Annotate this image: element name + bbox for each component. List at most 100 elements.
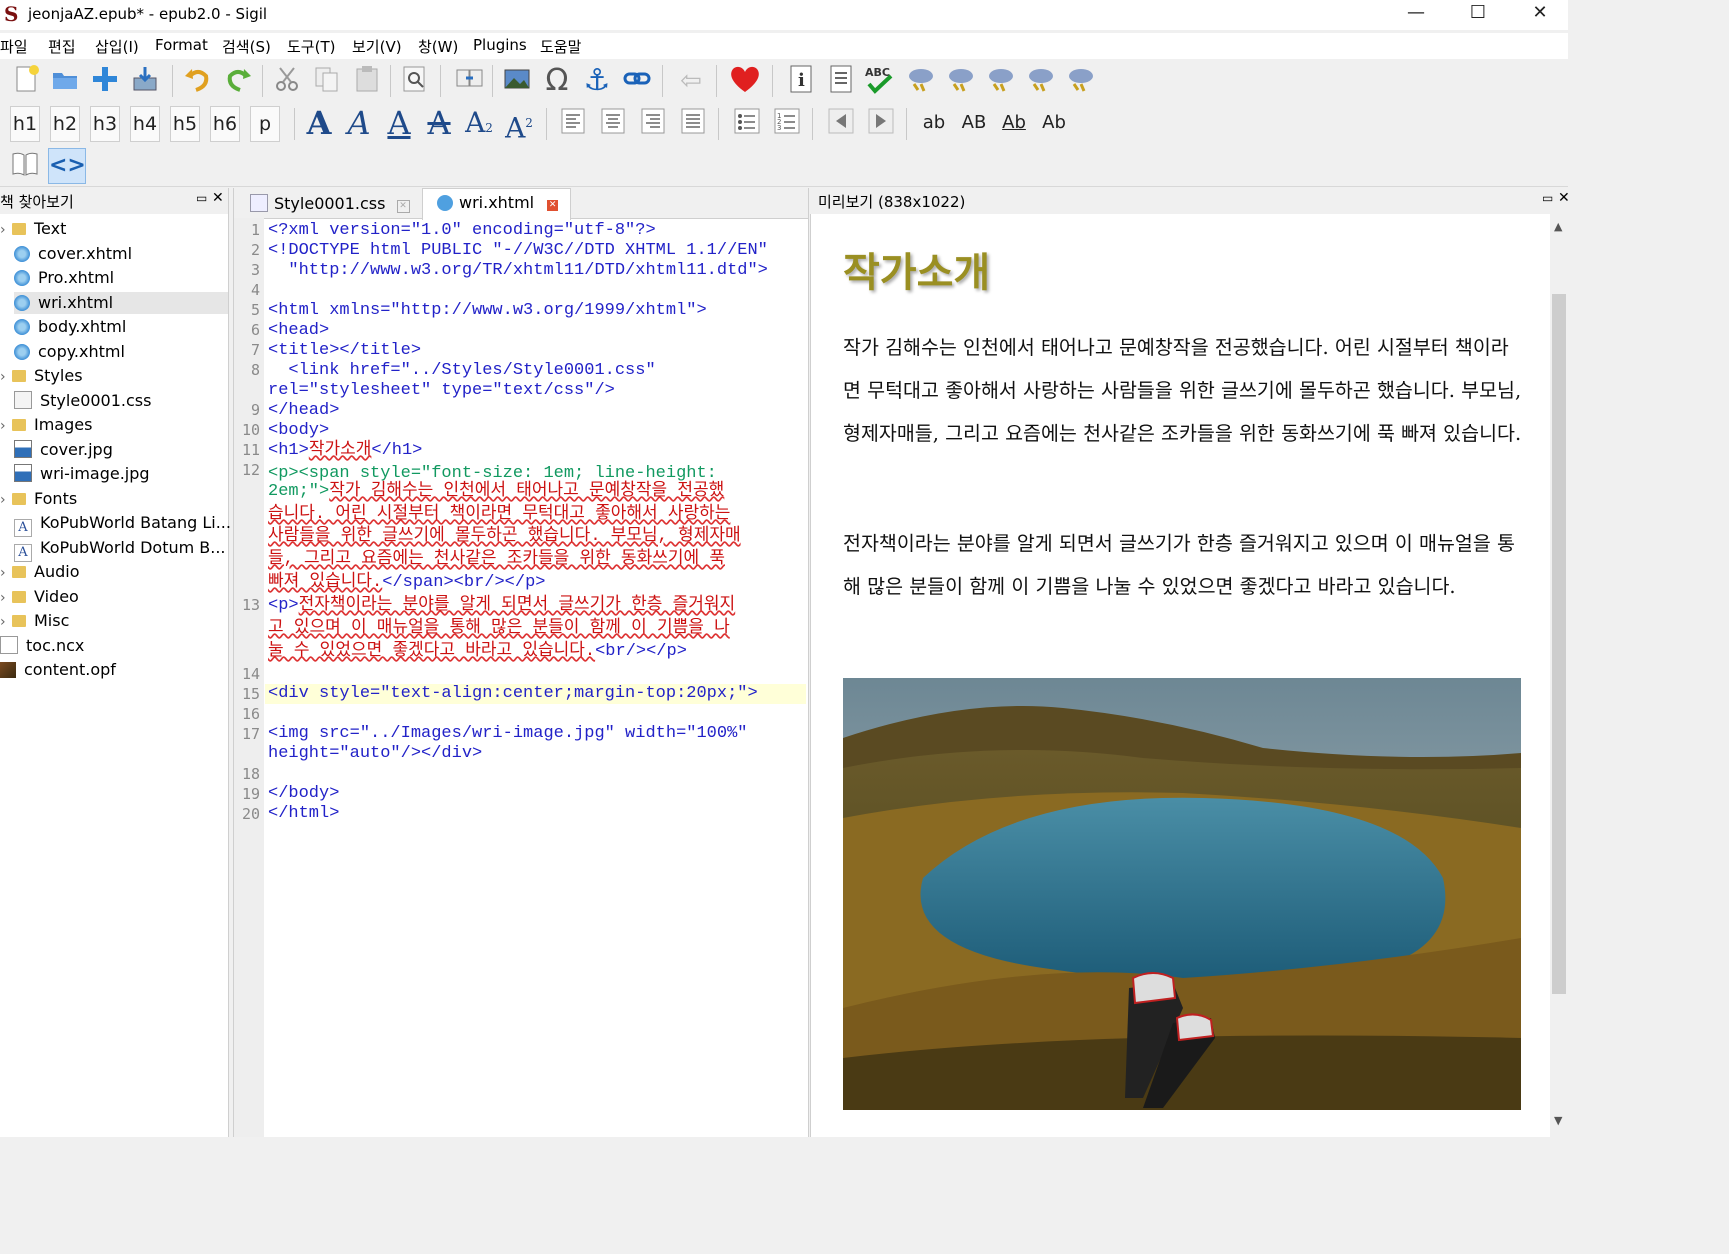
lowercase-button[interactable]: ab [918,106,950,140]
menu-plugins[interactable]: Plugins [473,36,527,54]
insert-special-character-icon[interactable]: Ω [540,64,574,98]
copy-icon[interactable] [310,64,344,98]
plugin-2-icon[interactable] [944,64,978,98]
book-view-icon[interactable] [8,148,42,182]
preview-content[interactable]: 작가소개 작가 김해수는 인천에서 태어나고 문예창작을 전공했습니다. 어린 … [810,214,1551,1137]
preview-scrollbar[interactable]: ▲ ▼ [1550,214,1568,1137]
title-case-button[interactable]: Ab [1038,106,1070,140]
heading-h1-button[interactable]: h1 [10,106,40,142]
scroll-down-icon[interactable]: ▼ [1554,1114,1562,1127]
heading-h3-button[interactable]: h3 [90,106,120,142]
code-line-10[interactable]: <body> [268,421,329,441]
tree-folder-styles[interactable]: › Styles [0,365,228,387]
paste-icon[interactable] [350,64,384,98]
increase-indent-icon[interactable] [864,106,898,140]
code-line-11[interactable]: <h1>작가소개</h1> [268,441,422,461]
code-line-13c[interactable]: 눌 수 있었으면 좋겠다고 바라고 있습니다.<br/></p> [268,642,687,662]
scrollbar-thumb[interactable] [1552,294,1566,994]
tree-file-item[interactable]: A KoPubWorld Dotum B... [14,537,228,562]
tree-file-item[interactable]: body.xhtml [14,316,228,338]
code-line-12c[interactable]: 습니다. 어린 시절부터 책이라면 무턱대고 좋아해서 사랑하는 [268,505,730,525]
code-line-1[interactable]: <?xml version="1.0" encoding="utf-8"?> [268,221,656,241]
italic-icon[interactable]: A [342,106,376,140]
plugin-1-icon[interactable] [904,64,938,98]
numbered-list-icon[interactable]: 123 [770,106,804,140]
strikethrough-icon[interactable]: A [422,106,456,140]
back-arrow-icon[interactable]: ⇦ [674,64,708,98]
expand-arrow-icon[interactable]: › [0,489,12,511]
code-line-9[interactable]: </head> [268,401,339,421]
tree-file-item[interactable]: toc.ncx [0,635,214,657]
menu-window[interactable]: 창(W) [418,36,458,57]
close-panel-icon[interactable]: ✕ [1558,190,1570,206]
align-justify-icon[interactable] [676,106,710,140]
add-file-icon[interactable] [88,64,122,98]
expand-arrow-icon[interactable]: › [0,366,12,388]
code-line-12f[interactable]: 빠져 있습니다.</span><br/></p> [268,573,545,593]
expand-arrow-icon[interactable]: › [0,587,12,609]
metadata-info-icon[interactable]: i [784,64,818,98]
code-line-12b[interactable]: 2em;">작가 김해수는 인천에서 태어나고 문예창작을 전공했 [268,482,724,502]
tab-wri-xhtml[interactable]: wri.xhtml ✕ [422,188,572,220]
save-icon[interactable] [128,64,162,98]
code-line-13a[interactable]: <p>전자책이라는 분야를 알게 되면서 글쓰기가 한층 즐거워지 [268,596,735,616]
code-line-8b[interactable]: rel="stylesheet" type="text/css"/> [268,381,615,401]
superscript-icon[interactable]: A2 [502,106,536,144]
bullet-list-icon[interactable] [730,106,764,140]
code-line-7[interactable]: <title></title> [268,341,421,361]
open-folder-icon[interactable] [48,64,82,98]
underline-icon[interactable]: A [382,106,416,140]
heading-h6-button[interactable]: h6 [210,106,240,142]
tab-style0001-css[interactable]: Style0001.css ✕ [250,190,410,218]
code-line-2[interactable]: <!DOCTYPE html PUBLIC "-//W3C//DTD XHTML… [268,241,768,261]
code-line-12a[interactable]: <p><span style="font-size: 1em; line-hei… [268,464,717,484]
expand-arrow-icon[interactable]: › [0,611,12,633]
float-panel-icon[interactable]: ▭ [196,191,207,205]
close-panel-icon[interactable]: ✕ [212,190,224,206]
code-line-17a[interactable]: <img src="../Images/wri-image.jpg" width… [268,724,747,744]
code-line-19[interactable]: </body> [268,784,339,804]
tree-file-item[interactable]: Pro.xhtml [14,267,228,289]
menu-edit[interactable]: 편집 [48,36,76,57]
cut-icon[interactable] [270,64,304,98]
menu-tools[interactable]: 도구(T) [287,36,335,57]
expand-arrow-icon[interactable]: › [0,219,12,241]
tree-folder-misc[interactable]: › Misc [0,610,228,632]
plugin-4-icon[interactable] [1024,64,1058,98]
tree-file-item[interactable]: copy.xhtml [14,341,228,363]
code-line-12e[interactable]: 들, 그리고 요즘에는 천사같은 조카들을 위한 동화쓰기에 푹 [268,550,725,570]
spellcheck-icon[interactable]: ABC [862,64,896,98]
heading-h2-button[interactable]: h2 [50,106,80,142]
maximize-button[interactable]: ☐ [1448,0,1508,30]
undo-icon[interactable] [180,64,214,98]
close-tab-icon[interactable]: ✕ [396,200,410,213]
decrease-indent-icon[interactable] [824,106,858,140]
align-center-icon[interactable] [596,106,630,140]
menu-search[interactable]: 검색(S) [222,36,271,57]
code-line-13b[interactable]: 고 있으며 이 매뉴얼을 통해 많은 분들이 함께 이 기쁨을 나 [268,619,730,639]
code-view-icon[interactable]: <> [48,148,86,184]
float-panel-icon[interactable]: ▭ [1542,191,1553,205]
plugin-3-icon[interactable] [984,64,1018,98]
align-left-icon[interactable] [556,106,590,140]
code-line-12d[interactable]: 사람들을 위한 글쓰기에 몰두하곤 했습니다. 부모님, 형제자매 [268,527,741,547]
menu-view[interactable]: 보기(V) [352,36,402,57]
heading-h4-button[interactable]: h4 [130,106,160,142]
expand-arrow-icon[interactable]: › [0,415,12,437]
code-line-20[interactable]: </html> [268,804,339,824]
minimize-button[interactable]: — [1386,0,1446,30]
heading-h5-button[interactable]: h5 [170,106,200,142]
bold-icon[interactable]: A [302,106,336,140]
donate-heart-icon[interactable] [728,64,762,98]
code-line-17b[interactable]: height="auto"/></div> [268,744,482,764]
code-line-6[interactable]: <head> [268,321,329,341]
code-line-5[interactable]: <html xmlns="http://www.w3.org/1999/xhtm… [268,301,707,321]
tree-folder-text[interactable]: › Text [0,218,228,240]
scroll-up-icon[interactable]: ▲ [1554,220,1562,233]
tree-folder-audio[interactable]: › Audio [0,561,228,583]
insert-anchor-icon[interactable]: ⚓ [580,64,614,98]
tree-file-item[interactable]: Style0001.css [14,390,228,412]
find-replace-icon[interactable] [398,64,432,98]
tree-folder-video[interactable]: › Video [0,586,228,608]
merge-icon[interactable] [452,64,486,98]
